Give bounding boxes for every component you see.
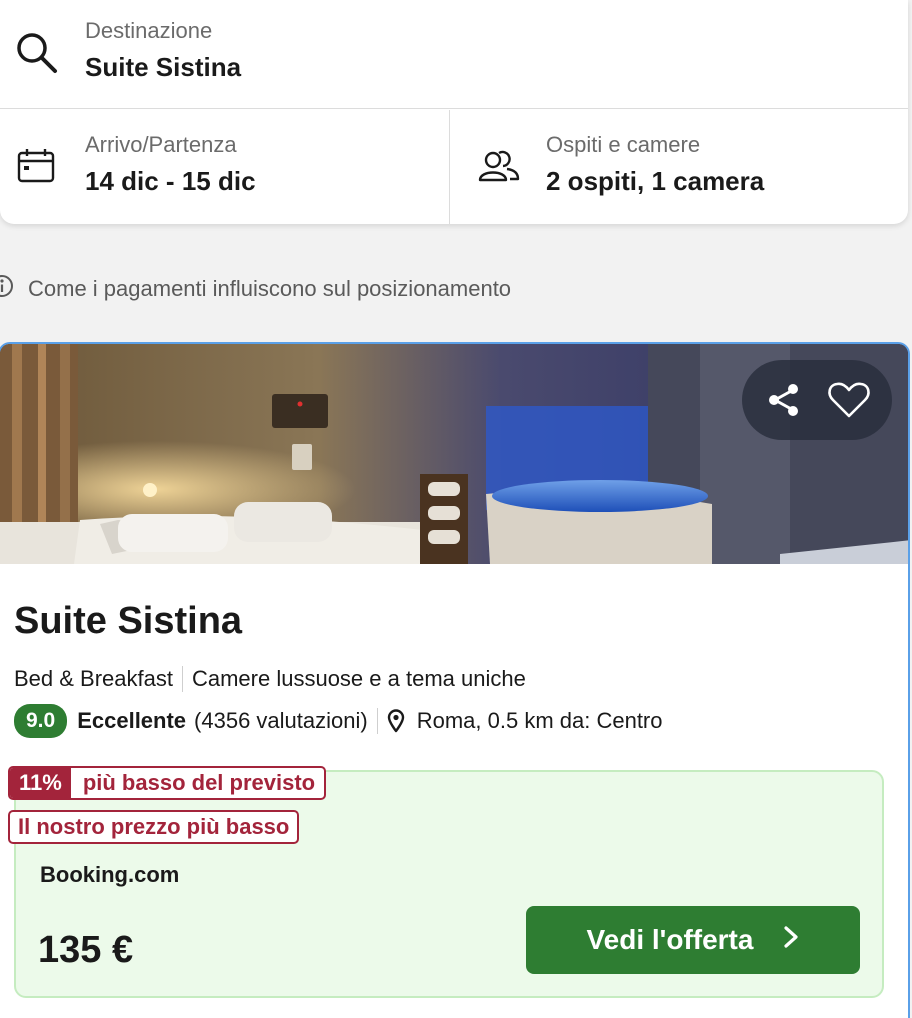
rating-score-badge: 9.0 bbox=[14, 704, 68, 738]
destination-label: Destinazione bbox=[85, 18, 213, 43]
price: 135 € bbox=[38, 929, 134, 971]
guests-label: Ospiti e camere bbox=[546, 132, 701, 157]
destination-value: Suite Sistina bbox=[85, 52, 242, 82]
destination-field[interactable]: Destinazione Suite Sistina bbox=[0, 0, 908, 109]
provider-name: Booking.com bbox=[40, 862, 180, 887]
search-panel: Destinazione Suite Sistina Arrivo/Parten… bbox=[0, 0, 908, 224]
photo-actions bbox=[742, 360, 892, 440]
rating-word: Eccellente bbox=[77, 708, 187, 733]
view-deal-label: Vedi l'offerta bbox=[586, 924, 754, 955]
payment-info-text: Come i pagamenti influiscono sul posizio… bbox=[28, 276, 512, 301]
payment-info-link[interactable]: Come i pagamenti influiscono sul posizio… bbox=[0, 274, 511, 304]
search-icon bbox=[14, 30, 60, 81]
users-icon bbox=[477, 148, 521, 189]
hotel-card[interactable]: Suite Sistina Bed & Breakfast Camere lus… bbox=[0, 342, 910, 1018]
location-text[interactable]: Roma, 0.5 km da: Centro bbox=[417, 708, 663, 734]
hotel-photo[interactable] bbox=[0, 344, 908, 564]
dates-field[interactable]: Arrivo/Partenza 14 dic - 15 dic bbox=[0, 110, 450, 224]
map-pin-icon bbox=[387, 709, 405, 733]
view-deal-button[interactable]: Vedi l'offerta bbox=[526, 906, 860, 974]
discount-percent: 11% bbox=[10, 768, 71, 798]
hotel-type-line: Bed & Breakfast Camere lussuose e a tema… bbox=[14, 666, 526, 692]
share-icon[interactable] bbox=[764, 380, 804, 420]
hotel-tagline: Camere lussuose e a tema uniche bbox=[191, 666, 526, 691]
lowest-price-badge: Il nostro prezzo più basso bbox=[8, 810, 300, 844]
hotel-type: Bed & Breakfast bbox=[14, 666, 173, 691]
dates-label: Arrivo/Partenza bbox=[85, 132, 237, 157]
rating-line: 9.0 Eccellente (4356 valutazioni) Roma, … bbox=[14, 704, 663, 738]
guests-field[interactable]: Ospiti e camere 2 ospiti, 1 camera bbox=[451, 110, 908, 224]
divider bbox=[376, 708, 378, 734]
divider bbox=[181, 666, 183, 692]
chevron-right-icon bbox=[783, 924, 799, 956]
hotel-name[interactable]: Suite Sistina bbox=[14, 600, 242, 643]
info-icon bbox=[0, 274, 20, 304]
calendar-icon bbox=[16, 148, 56, 189]
dates-value: 14 dic - 15 dic bbox=[85, 166, 256, 196]
guests-value: 2 ospiti, 1 camera bbox=[546, 166, 765, 196]
review-count: (4356 valutazioni) bbox=[194, 708, 368, 733]
discount-badge: 11% più basso del previsto bbox=[8, 766, 327, 800]
discount-text: più basso del previsto bbox=[82, 770, 316, 795]
heart-icon[interactable] bbox=[827, 380, 871, 420]
